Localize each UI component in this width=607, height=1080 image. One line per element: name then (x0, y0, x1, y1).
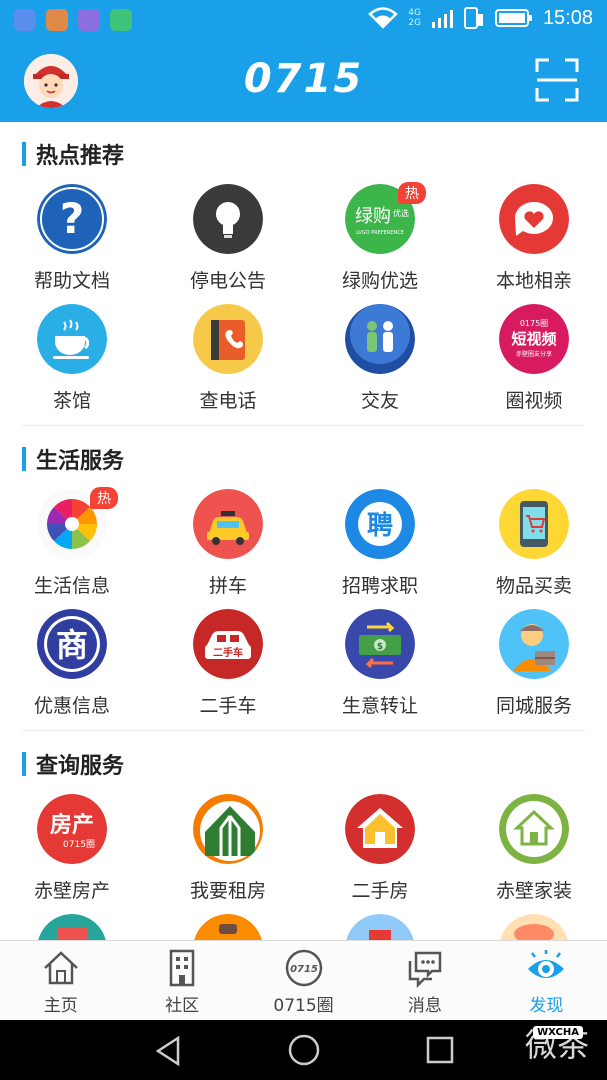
rent-house-icon (193, 794, 263, 864)
svg-text:$: $ (377, 642, 383, 652)
home-decor-icon (499, 794, 569, 864)
nav-home[interactable]: 主页 (0, 941, 121, 1020)
wifi-icon (368, 7, 399, 29)
money-transfer-icon: $ (345, 609, 415, 679)
nav-messages[interactable]: 消息 (364, 941, 485, 1020)
svg-text:0715圈: 0715圈 (63, 839, 95, 850)
grid-item-partial[interactable] (314, 914, 444, 940)
svg-text:0175圈: 0175圈 (520, 319, 548, 328)
svg-text:绿购: 绿购 (355, 206, 391, 227)
notification-icons (14, 9, 132, 31)
taxi-icon (193, 489, 263, 559)
signal-icon (431, 10, 453, 28)
grid-item-partial[interactable] (162, 914, 292, 940)
hot-badge: 热 (398, 182, 426, 204)
cart-phone-icon (499, 489, 569, 559)
watermark-badge: WXCHA (533, 1026, 583, 1039)
svg-text:LVGO PREFERENCE: LVGO PREFERENCE (356, 230, 404, 236)
circle-logo-icon: 0715 (285, 949, 322, 987)
network-type: 4G 2G (408, 8, 421, 28)
app-notification-icon (46, 9, 68, 31)
scan-icon[interactable] (535, 58, 579, 102)
hot-badge: 热 (90, 487, 118, 509)
question-icon: ? (37, 184, 107, 254)
grid-item-used-car[interactable]: 二手车 二手车 (162, 609, 292, 729)
svg-text:?: ? (60, 194, 84, 243)
heart-chat-icon (499, 184, 569, 254)
grid-item-home-decoration[interactable]: 赤壁家装 (468, 794, 598, 914)
system-navigation-bar: 微茶 WXCHA (0, 1020, 607, 1080)
clock: 15:08 (542, 6, 593, 29)
partial-icon (499, 914, 569, 940)
lightbulb-icon (193, 184, 263, 254)
gallery-notification-icon (78, 9, 100, 31)
back-icon[interactable] (150, 1034, 186, 1068)
section-title-hot: 热点推荐 (22, 140, 124, 169)
partial-icon (193, 914, 263, 940)
sim-icon (463, 7, 483, 29)
grid-item-make-friends[interactable]: 交友 (314, 304, 444, 424)
phonebook-icon (193, 304, 263, 374)
recents-icon[interactable] (424, 1034, 456, 1066)
battery-icon (494, 9, 532, 27)
grid-item-recruitment[interactable]: 聘 招聘求职 (314, 489, 444, 609)
svg-text:聘: 聘 (367, 511, 393, 541)
svg-text:0715: 0715 (290, 964, 318, 975)
partial-icon (345, 914, 415, 940)
courier-icon (499, 609, 569, 679)
home-icon (43, 951, 78, 985)
grid-item-partial[interactable] (6, 914, 136, 940)
grid-item-discount-info[interactable]: 商 优惠信息 (6, 609, 136, 729)
used-car-icon: 二手车 (193, 609, 263, 679)
grid-item-partial[interactable] (468, 914, 598, 940)
svg-text:房产: 房产 (50, 812, 94, 838)
app-notification-icon (14, 9, 36, 31)
teacup-icon (37, 304, 107, 374)
people-icon (345, 304, 415, 374)
merchant-icon: 商 (37, 609, 107, 679)
grid-item-power-notice[interactable]: 停电公告 (162, 184, 292, 304)
app-header: 0715 (0, 40, 607, 122)
section-divider (22, 425, 585, 426)
nav-discover[interactable]: 发现 (486, 941, 607, 1020)
svg-text:二手车: 二手车 (213, 646, 243, 659)
svg-text:赤壁圈友分享: 赤壁圈友分享 (516, 350, 552, 358)
grid-item-circle-video[interactable]: 0175圈 短视频 赤壁圈友分享 圈视频 (468, 304, 598, 424)
nav-0715-circle[interactable]: 0715 0715圈 (243, 941, 364, 1020)
grid-item-local-services[interactable]: 同城服务 (468, 609, 598, 729)
bottom-navigation: 主页 社区 0715 0715圈 消息 发现 (0, 940, 607, 1020)
grid-item-buy-sell[interactable]: 物品买卖 (468, 489, 598, 609)
grid-item-carpool[interactable]: 拼车 (162, 489, 292, 609)
grid-item-local-dating[interactable]: 本地相亲 (468, 184, 598, 304)
section-title-life-services: 生活服务 (22, 445, 124, 474)
service-grid: 热点推荐 ? 帮助文档 停电公告 绿购 优选 LVGO PREFERENCE 热… (0, 122, 607, 940)
section-title-query-services: 查询服务 (22, 750, 124, 779)
message-icon (408, 951, 442, 989)
grid-item-business-transfer[interactable]: $ 生意转让 (314, 609, 444, 729)
grid-item-help-docs[interactable]: ? 帮助文档 (6, 184, 136, 304)
second-house-icon (345, 794, 415, 864)
svg-text:优选: 优选 (393, 208, 409, 218)
grid-item-rent-house[interactable]: 我要租房 (162, 794, 292, 914)
eye-icon (528, 950, 565, 978)
recruit-icon: 聘 (345, 489, 415, 559)
app-logo: 0715 (243, 56, 364, 102)
grid-item-chibi-real-estate[interactable]: 房产 0715圈 赤壁房产 (6, 794, 136, 914)
real-estate-icon: 房产 0715圈 (37, 794, 107, 864)
grid-item-life-info[interactable]: 热 生活信息 (6, 487, 136, 609)
nav-community[interactable]: 社区 (121, 941, 242, 1020)
section-divider (22, 730, 585, 731)
status-bar: 4G 2G 15:08 (0, 0, 607, 40)
svg-text:短视频: 短视频 (511, 330, 556, 348)
grid-item-green-shop[interactable]: 绿购 优选 LVGO PREFERENCE 热 绿购优选 (314, 182, 444, 304)
grid-item-teahouse[interactable]: 茶馆 (6, 304, 136, 424)
grid-item-phonebook[interactable]: 查电话 (162, 304, 292, 424)
partial-icon (37, 914, 107, 940)
home-button-icon[interactable] (286, 1032, 322, 1068)
svg-text:商: 商 (56, 626, 88, 664)
grid-item-second-hand-house[interactable]: 二手房 (314, 794, 444, 914)
building-icon (169, 949, 195, 987)
chat-notification-icon (110, 9, 132, 31)
video-icon: 0175圈 短视频 赤壁圈友分享 (499, 304, 569, 374)
